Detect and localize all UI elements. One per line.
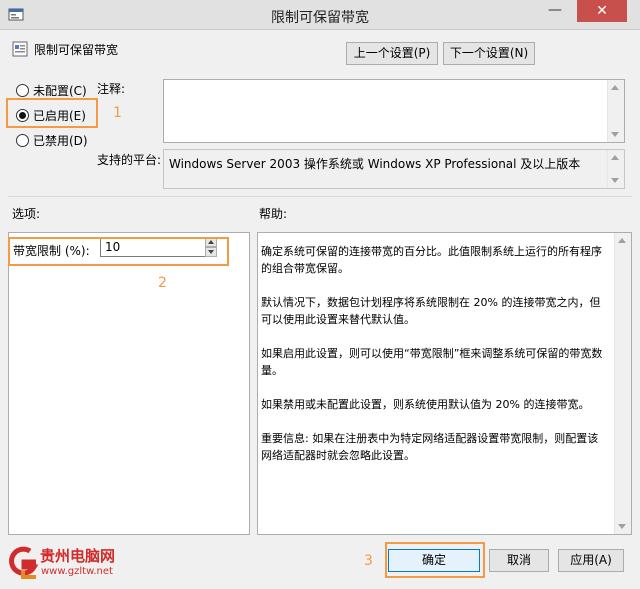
radio-not-configured[interactable]: 未配置(C) [16, 82, 87, 98]
platform-scrollbar[interactable] [607, 150, 624, 188]
watermark-title: 贵州电脑网 [40, 547, 116, 565]
watermark-logo-icon [9, 546, 39, 579]
minimize-button[interactable]: — [541, 0, 569, 22]
help-scrollbar[interactable] [614, 233, 631, 534]
radio-label: 已禁用(D) [33, 133, 88, 148]
platform-value: Windows Server 2003 操作系统或 Windows XP Pro… [169, 157, 581, 171]
help-paragraph: 重要信息: 如果在注册表中为特定网络适配器设置带宽限制，则配置该网络适配器时就会… [261, 432, 599, 462]
comment-textarea[interactable] [163, 79, 625, 143]
policy-name: 限制可保留带宽 [34, 43, 119, 57]
radio-circle[interactable] [16, 83, 29, 97]
platform-label: 支持的平台: [97, 153, 162, 167]
options-panel: 带宽限制 (%): 10 [8, 232, 250, 535]
help-paragraph: 如果禁用或未配置此设置，则系统使用默认值为 20% 的连接带宽。 [261, 398, 590, 411]
close-button[interactable]: ✕ [577, 0, 627, 22]
help-label: 帮助: [259, 207, 288, 221]
next-setting-button[interactable]: 下一个设置(N) [443, 42, 535, 65]
watermark-url: www.gzltw.net [41, 566, 113, 577]
policy-setting-icon [12, 41, 28, 57]
scroll-down-icon[interactable] [611, 132, 619, 137]
scroll-up-icon[interactable] [618, 238, 626, 243]
radio-disabled[interactable]: 已禁用(D) [16, 132, 88, 148]
highlight-box-ok [385, 542, 485, 578]
help-paragraph: 确定系统可保留的连接带宽的百分比。此值限制系统上运行的所有程序的组合带宽保留。 [261, 245, 602, 275]
help-paragraph: 默认情况下，数据包计划程序将系统限制在 20% 的连接带宽之内，但可以使用此设置… [261, 296, 601, 326]
comment-scrollbar[interactable] [607, 80, 624, 142]
scroll-down-icon[interactable] [618, 524, 626, 529]
section-divider [8, 196, 632, 197]
radio-circle[interactable] [16, 133, 29, 147]
annotation-number: 2 [158, 275, 167, 291]
scroll-up-icon[interactable] [611, 85, 619, 90]
scroll-up-icon[interactable] [611, 155, 619, 160]
help-paragraph: 如果启用此设置，则可以使用“带宽限制”框来调整系统可保留的带宽数量。 [261, 347, 603, 377]
help-text: 确定系统可保留的连接带宽的百分比。此值限制系统上运行的所有程序的组合带宽保留。 … [261, 243, 606, 481]
help-panel: 确定系统可保留的连接带宽的百分比。此值限制系统上运行的所有程序的组合带宽保留。 … [257, 232, 632, 535]
annotation-number: 1 [113, 105, 122, 121]
apply-button[interactable]: 应用(A) [558, 549, 624, 572]
options-label: 选项: [12, 207, 41, 221]
cancel-button[interactable]: 取消 [489, 549, 549, 572]
title-bar: 限制可保留带宽 — ✕ [0, 0, 640, 30]
platform-box: Windows Server 2003 操作系统或 Windows XP Pro… [163, 149, 625, 189]
annotation-number: 3 [364, 553, 373, 569]
scroll-down-icon[interactable] [611, 178, 619, 183]
highlight-box-enabled [6, 98, 98, 128]
radio-label: 未配置(C) [33, 83, 87, 98]
highlight-box-bandwidth [8, 237, 229, 266]
previous-setting-button[interactable]: 上一个设置(P) [346, 42, 438, 65]
comment-label: 注释: [97, 82, 126, 96]
